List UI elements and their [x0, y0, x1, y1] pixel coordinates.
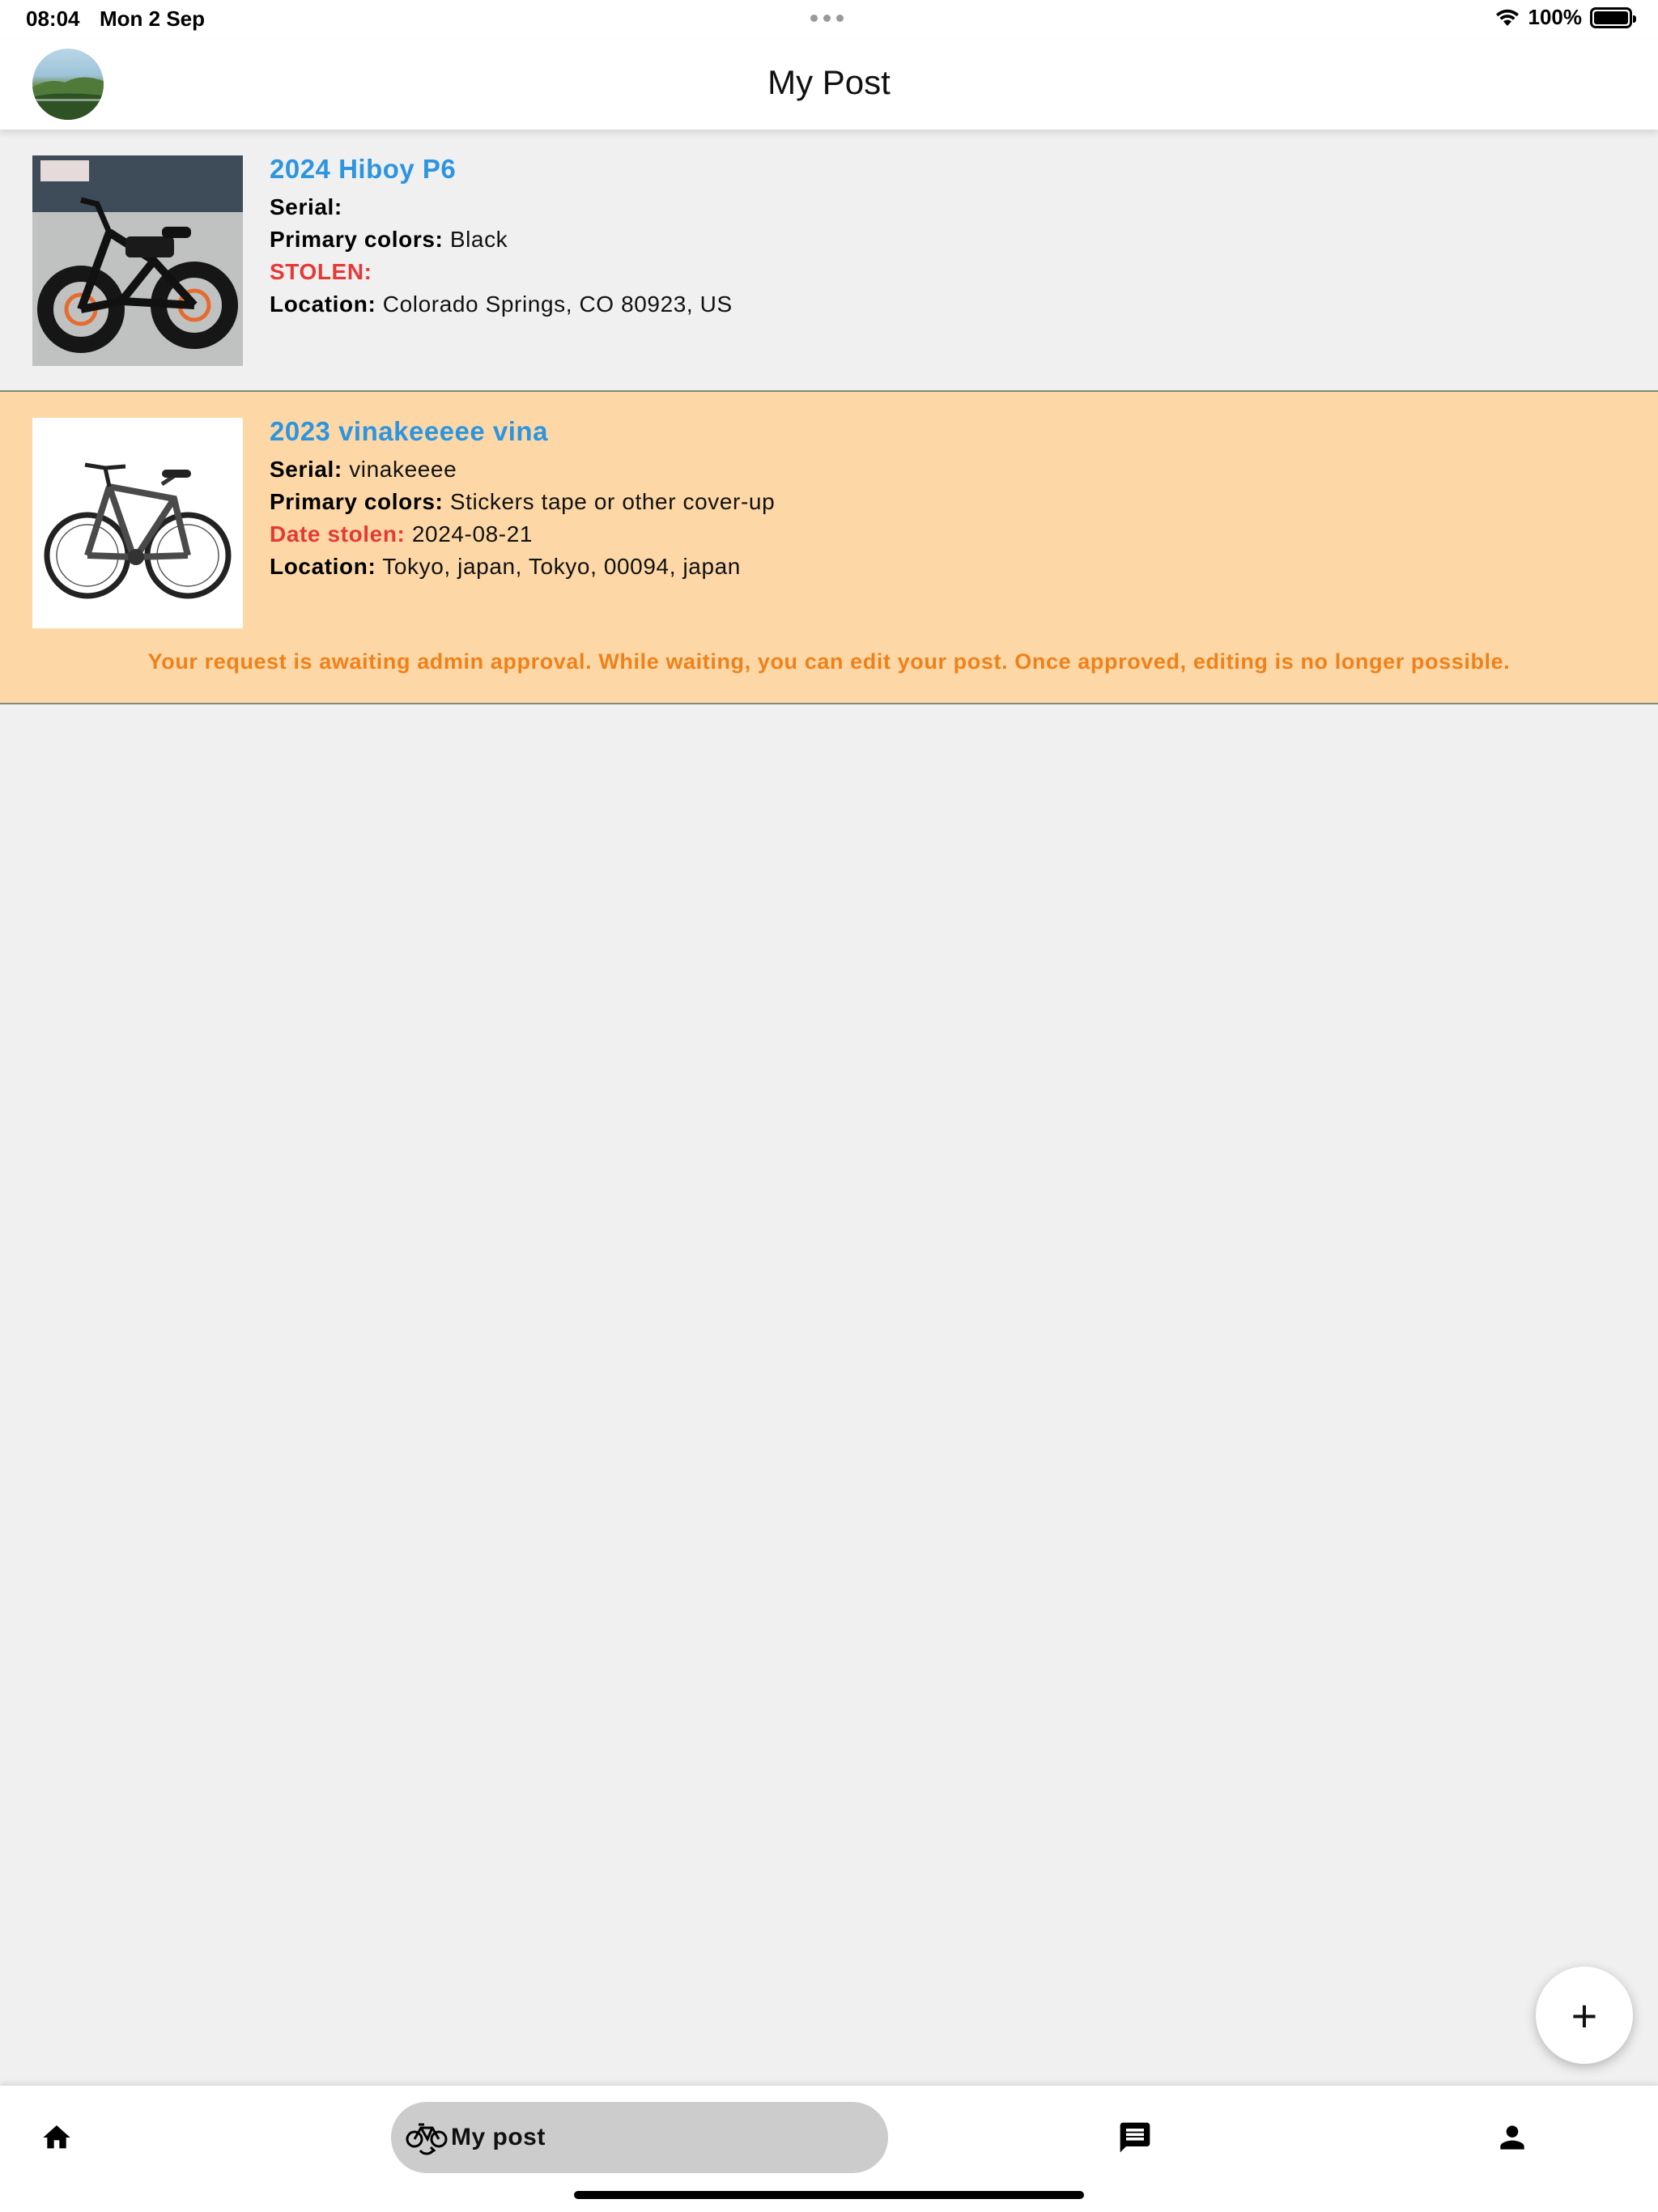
stolen-label: STOLEN:: [270, 259, 372, 284]
tab-home[interactable]: [16, 2102, 97, 2173]
date-stolen-label: Date stolen:: [270, 521, 406, 547]
post-info: 2024 Hiboy P6 Serial: Primary colors: Bl…: [270, 154, 733, 321]
stolen-row: STOLEN:: [270, 256, 733, 288]
person-icon: [1500, 2125, 1524, 2150]
home-icon: [43, 2125, 70, 2149]
tab-my-post[interactable]: My post: [391, 2102, 888, 2173]
app-header: My Post: [0, 40, 1658, 130]
colors-label: Primary colors:: [270, 227, 444, 252]
battery-percent: 100%: [1528, 5, 1583, 29]
colors-row: Primary colors: Stickers tape or other c…: [270, 486, 775, 518]
colors-label: Primary colors:: [270, 489, 444, 514]
tab-my-post-label: My post: [451, 2124, 546, 2150]
tab-profile[interactable]: [1472, 2102, 1553, 2173]
date-stolen-value: 2024-08-21: [411, 521, 534, 547]
tab-messages[interactable]: [1095, 2102, 1175, 2173]
bike-photo: [32, 418, 243, 628]
plus-icon: +: [1571, 1989, 1598, 2041]
colors-value: Black: [449, 227, 508, 252]
location-label: Location:: [270, 291, 376, 317]
location-value: Colorado Springs, CO 80923, US: [382, 291, 733, 317]
location-row: Location: Tokyo, japan, Tokyo, 00094, ja…: [270, 551, 775, 583]
location-label: Location:: [270, 554, 376, 579]
location-value: Tokyo, japan, Tokyo, 00094, japan: [382, 554, 741, 579]
date-stolen-row: Date stolen: 2024-08-21: [270, 518, 775, 551]
post-title[interactable]: 2023 vinakeeeee vina: [270, 416, 775, 447]
colors-row: Primary colors: Black: [270, 223, 733, 256]
status-indicators: 100%: [1494, 5, 1636, 30]
post-list: 2024 Hiboy P6 Serial: Primary colors: Bl…: [0, 130, 1658, 704]
status-bar: 08:04 Mon 2 Sep 100%: [0, 0, 1658, 40]
post-info: 2023 vinakeeeee vina Serial: vinakeeee P…: [270, 416, 775, 583]
post-card-pending[interactable]: 2023 vinakeeeee vina Serial: vinakeeee P…: [0, 392, 1658, 704]
add-post-button[interactable]: +: [1536, 1967, 1633, 2064]
post-title[interactable]: 2024 Hiboy P6: [270, 154, 733, 185]
post-card[interactable]: 2024 Hiboy P6 Serial: Primary colors: Bl…: [0, 130, 1658, 392]
serial-value: vinakeeee: [349, 457, 457, 482]
approval-notice: Your request is awaiting admin approval.…: [147, 649, 1511, 674]
colors-value: Stickers tape or other cover-up: [449, 489, 776, 514]
bike-sync-icon: [406, 2123, 448, 2155]
home-indicator[interactable]: [574, 2191, 1084, 2199]
wifi-icon: [1495, 9, 1519, 26]
bike-photo: [32, 155, 243, 366]
serial-label: Serial:: [270, 194, 342, 219]
chat-icon: [1120, 2122, 1150, 2153]
serial-label: Serial:: [270, 457, 342, 482]
serial-row: Serial: vinakeeee: [270, 453, 775, 486]
battery-icon: [1590, 6, 1636, 28]
status-date: Mon 2 Sep: [100, 6, 206, 31]
location-row: Location: Colorado Springs, CO 80923, US: [270, 288, 733, 321]
serial-row: Serial:: [270, 191, 733, 223]
multitasking-dots-icon[interactable]: [810, 15, 844, 22]
bottom-tab-bar: My post: [0, 2086, 1658, 2212]
page-title: My Post: [767, 63, 891, 101]
status-time: 08:04: [26, 6, 80, 31]
